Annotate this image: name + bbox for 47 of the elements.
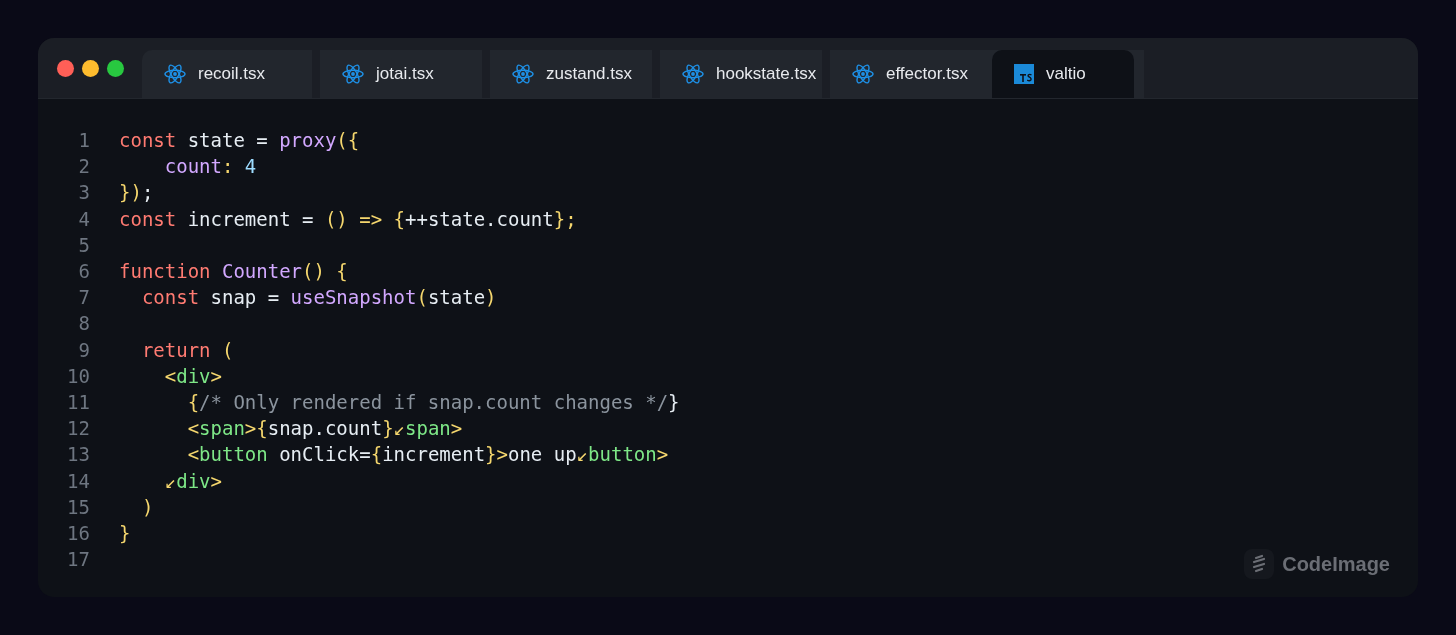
line-number: 7 (77, 285, 91, 311)
line-number: 15 (66, 494, 91, 520)
atom-icon (342, 64, 364, 84)
line-number: 1 (77, 128, 91, 153)
file-tab[interactable]: valtio (992, 50, 1134, 98)
code-line: } (119, 521, 131, 547)
line-number: 9 (77, 337, 91, 363)
line-number: 14 (66, 468, 91, 494)
file-tab[interactable]: zustand.tsx (482, 50, 652, 98)
line-number: 4 (77, 206, 91, 232)
brand-name: CodeImage (1282, 552, 1390, 576)
file-tab[interactable]: hookstate.tsx (652, 50, 822, 98)
code-line: return ( (140, 337, 234, 363)
file-tab[interactable]: jotai.tsx (312, 50, 482, 98)
atom-icon (512, 64, 534, 84)
file-tab[interactable]: recoil.tsx (142, 50, 312, 98)
line-number: 10 (66, 363, 91, 389)
code-line: }); (119, 180, 154, 206)
line-number: 5 (77, 232, 91, 258)
code-line: <button onClick={increment}>one up↙button> (186, 442, 669, 468)
code-line: <span>{snap.count}↙span> (186, 416, 463, 442)
window-maximize-button[interactable] (107, 59, 124, 77)
line-number: 2 (77, 154, 91, 180)
logo-icon (1244, 549, 1275, 579)
atom-icon (682, 64, 704, 84)
atom-icon (852, 64, 874, 84)
line-number: 17 (66, 547, 91, 573)
code-line: {/* Only rendered if snap.count changes */} (186, 390, 680, 416)
line-number: 8 (77, 311, 91, 337)
code-line: <div> (163, 363, 222, 389)
line-number: 16 (66, 521, 91, 547)
line-number: 3 (77, 180, 91, 206)
line-number: 11 (66, 390, 91, 416)
code-line: count: 4 (163, 154, 257, 180)
window-close-button[interactable] (57, 59, 74, 77)
code-line: ) (140, 494, 154, 520)
code-line: const increment = () => {++state.count}; (119, 206, 577, 232)
code-line: const state = proxy({ (119, 128, 360, 153)
code-line: ↙div> (163, 468, 222, 494)
code-line: function Counter() { (119, 259, 348, 284)
line-number: 12 (66, 416, 91, 442)
typescript-icon (1014, 64, 1034, 84)
window-minimize-button[interactable] (82, 59, 99, 77)
line-number: 13 (66, 442, 91, 468)
atom-icon (164, 64, 186, 84)
code-line: const snap = useSnapshot(state) (140, 285, 497, 311)
line-number: 6 (77, 259, 91, 284)
